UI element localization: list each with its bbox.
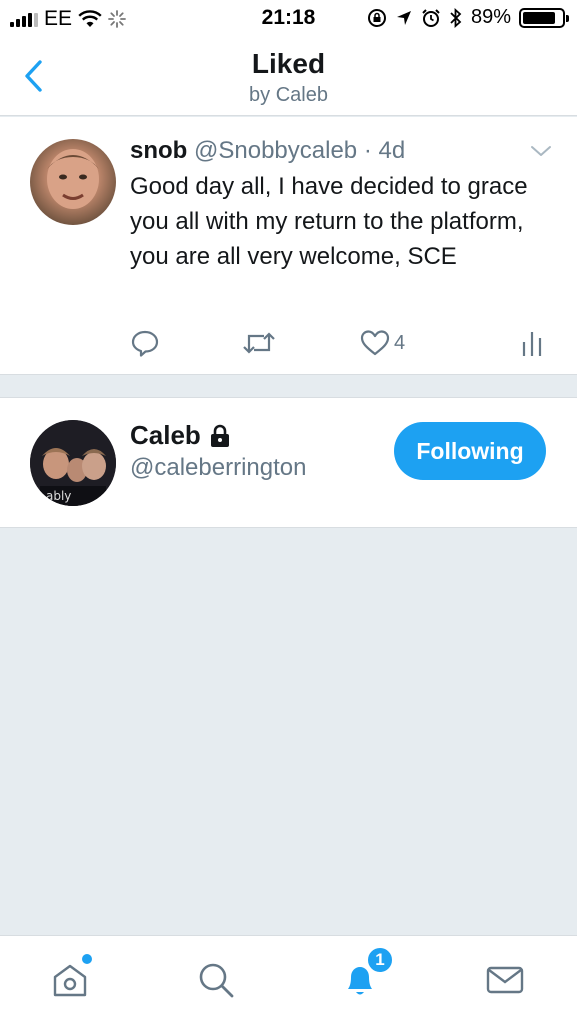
tweet-author-handle[interactable]: @Snobbycaleb	[194, 137, 357, 164]
tab-home[interactable]	[50, 954, 92, 1000]
battery-percent: 89%	[470, 6, 511, 28]
home-unread-dot	[82, 954, 92, 964]
tweet-author-name[interactable]: snob	[130, 137, 187, 164]
status-bar: EE 21:18 89%	[0, 0, 577, 38]
chevron-down-icon[interactable]	[529, 143, 553, 159]
page-subtitle: by Caleb	[249, 84, 328, 106]
user-avatar[interactable]: ably	[30, 420, 116, 506]
analytics-button[interactable]	[520, 327, 544, 359]
lock-icon	[210, 424, 229, 447]
svg-text:ably: ably	[46, 489, 71, 503]
retweet-button[interactable]	[242, 327, 276, 359]
tweet-card[interactable]: snob @Snobbycaleb · 4d Good day all, I h…	[0, 117, 577, 375]
tab-notifications[interactable]: 1	[340, 946, 394, 1000]
like-count: 4	[394, 331, 406, 354]
mail-icon	[486, 966, 524, 994]
bluetooth-icon	[450, 7, 462, 28]
user-card[interactable]: ably Caleb @caleberrington Following	[0, 397, 577, 528]
tweet-text: Good day all, I have decided to grace yo…	[130, 173, 528, 270]
following-button[interactable]: Following	[394, 422, 546, 480]
tab-messages[interactable]	[485, 960, 525, 1000]
section-gap	[0, 376, 577, 396]
user-handle[interactable]: @caleberrington	[130, 454, 306, 482]
search-icon	[199, 963, 234, 998]
like-button[interactable]: 4	[360, 327, 405, 359]
screen-lock-icon	[367, 8, 386, 27]
reply-icon	[131, 330, 159, 357]
tweet-header: snob @Snobbycaleb · 4d	[130, 137, 405, 165]
tweet-actions: 4	[130, 327, 550, 363]
analytics-icon	[522, 332, 542, 356]
notifications-badge: 1	[366, 946, 394, 974]
tweet-separator: ·	[363, 137, 372, 164]
alarm-icon	[422, 8, 440, 27]
page-title: Liked	[251, 48, 326, 79]
tab-search[interactable]	[196, 960, 236, 1000]
retweet-icon	[243, 332, 275, 354]
home-icon	[53, 964, 87, 997]
like-icon	[360, 330, 390, 356]
user-name-row: Caleb	[130, 420, 231, 451]
user-name[interactable]: Caleb	[130, 420, 201, 451]
reply-button[interactable]	[130, 327, 160, 359]
tweet-timestamp: 4d	[378, 137, 406, 164]
tab-bar: 1	[0, 935, 577, 1024]
navigation-header: Liked by Caleb	[0, 38, 577, 116]
tweet-avatar[interactable]	[30, 139, 116, 225]
battery-icon	[519, 7, 569, 28]
location-icon	[396, 10, 411, 25]
